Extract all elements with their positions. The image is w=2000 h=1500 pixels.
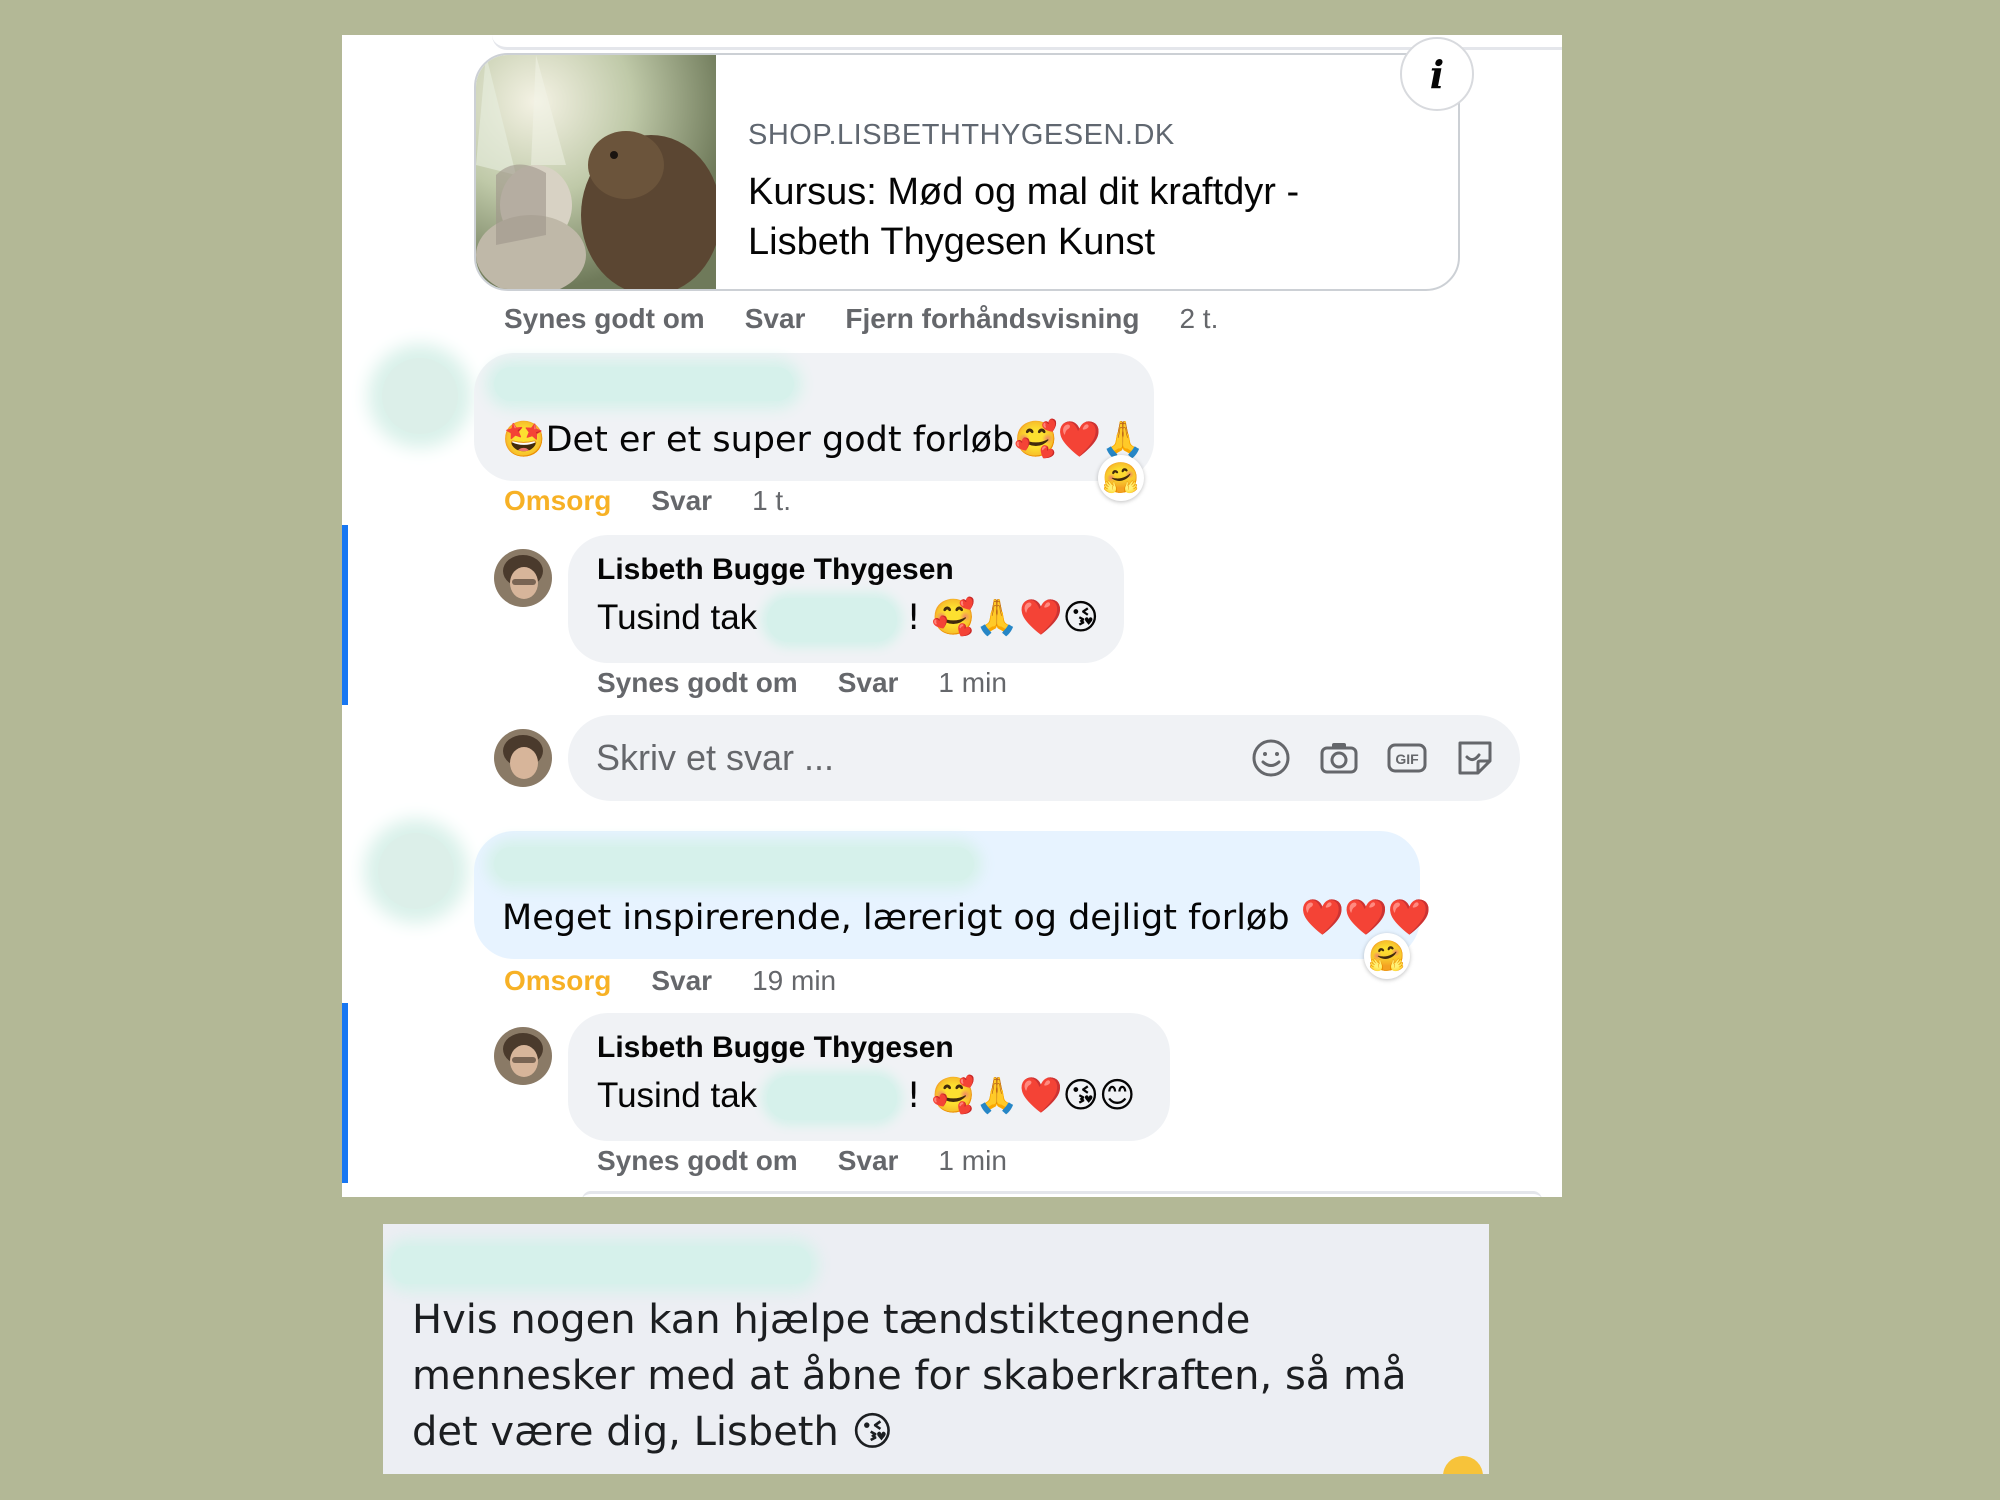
reply-text: Tusind tak ! 🥰🙏❤️😘 [597, 597, 1099, 642]
reply-actions: Synes godt om Svar 1 min [597, 1145, 1007, 1177]
avatar [494, 729, 552, 787]
reply-button[interactable]: Svar [838, 1145, 899, 1177]
timestamp[interactable]: 2 t. [1179, 303, 1218, 335]
link-preview-card[interactable]: SHOP.LISBETHTHYGESEN.DK Kursus: Mød og m… [474, 53, 1460, 291]
avatar[interactable] [378, 833, 454, 909]
comment-bubble: Meget inspirerende, lærerigt og dejligt … [474, 831, 1431, 959]
care-reaction-icon[interactable]: 🤗 [1364, 933, 1410, 979]
timestamp[interactable]: 1 min [938, 667, 1006, 699]
next-bubble-edge [582, 1191, 1542, 1197]
like-button[interactable]: Synes godt om [597, 1145, 798, 1177]
avatar[interactable] [382, 358, 458, 434]
reply-text-start: Tusind tak [597, 598, 758, 637]
link-preview-thumbnail [476, 55, 716, 289]
reply-button[interactable]: Svar [651, 485, 712, 517]
reply-actions: Synes godt om Svar 1 min [597, 667, 1007, 699]
comment-bubble: Hvis nogen kan hjælpe tændstiktegnende m… [383, 1224, 1489, 1474]
reply-text-end: ! 🥰🙏❤️😘😊 [906, 1076, 1136, 1116]
avatar[interactable] [494, 549, 552, 607]
reply-text-end: ! 🥰🙏❤️😘 [906, 598, 1100, 638]
reply-author[interactable]: Lisbeth Bugge Thygesen [597, 553, 954, 587]
reaction-label-button[interactable]: Omsorg [504, 965, 611, 997]
comment-actions: Omsorg Svar 19 min [504, 965, 836, 997]
link-title: Kursus: Mød og mal dit kraftdyr - Lisbet… [748, 171, 1300, 263]
timestamp[interactable]: 1 min [938, 1145, 1006, 1177]
comment-bubble: 🤩Det er et super godt forløb🥰❤️🙏 [474, 353, 1154, 481]
comment-text: Meget inspirerende, lærerigt og dejligt … [502, 898, 1432, 938]
blurred-name [766, 597, 897, 642]
reply-text-start: Tusind tak [597, 1076, 758, 1115]
comments-panel: SHOP.LISBETHTHYGESEN.DK Kursus: Mød og m… [342, 35, 1562, 1197]
blurred-author-name [391, 1246, 811, 1284]
timestamp[interactable]: 1 t. [752, 485, 791, 517]
thread-indicator [342, 1003, 348, 1183]
like-button[interactable]: Synes godt om [597, 667, 798, 699]
reply-composer[interactable]: Skriv et svar ... GIF [568, 715, 1520, 801]
timestamp[interactable]: 19 min [752, 965, 836, 997]
blurred-name [766, 1075, 897, 1120]
like-button[interactable]: Synes godt om [504, 303, 705, 335]
previous-bubble-edge [492, 35, 1562, 50]
comment-actions: Omsorg Svar 1 t. [504, 485, 791, 517]
emoji-icon[interactable] [1250, 737, 1292, 779]
reply-bubble: Lisbeth Bugge Thygesen Tusind tak ! 🥰🙏❤️… [568, 535, 1124, 663]
reply-text: Tusind tak ! 🥰🙏❤️😘😊 [597, 1075, 1136, 1120]
link-domain: SHOP.LISBETHTHYGESEN.DK [748, 119, 1175, 151]
blurred-author-name [494, 367, 794, 401]
reaction-label-button[interactable]: Omsorg [504, 485, 611, 517]
reply-author[interactable]: Lisbeth Bugge Thygesen [597, 1031, 954, 1065]
blurred-author-name [494, 847, 974, 881]
camera-icon[interactable] [1318, 737, 1360, 779]
reply-bubble: Lisbeth Bugge Thygesen Tusind tak ! 🥰🙏❤️… [568, 1013, 1170, 1141]
remove-preview-button[interactable]: Fjern forhåndsvisning [845, 303, 1139, 335]
svg-text:GIF: GIF [1395, 751, 1419, 767]
info-icon[interactable]: i [1400, 37, 1474, 111]
comment-text: 🤩Det er et super godt forløb🥰❤️🙏 [502, 420, 1145, 460]
reply-button[interactable]: Svar [838, 667, 899, 699]
reply-input[interactable]: Skriv et svar ... [596, 737, 834, 779]
avatar[interactable] [494, 1027, 552, 1085]
reply-button[interactable]: Svar [651, 965, 712, 997]
thread-indicator [342, 525, 348, 705]
comment-text: Hvis nogen kan hjælpe tændstiktegnende m… [412, 1297, 1407, 1455]
comment-actions: Synes godt om Svar Fjern forhåndsvisning… [504, 303, 1218, 335]
care-reaction-icon[interactable]: 🤗 [1098, 455, 1144, 501]
sticker-icon[interactable] [1454, 737, 1496, 779]
gif-icon[interactable]: GIF [1386, 737, 1428, 779]
reply-button[interactable]: Svar [745, 303, 806, 335]
